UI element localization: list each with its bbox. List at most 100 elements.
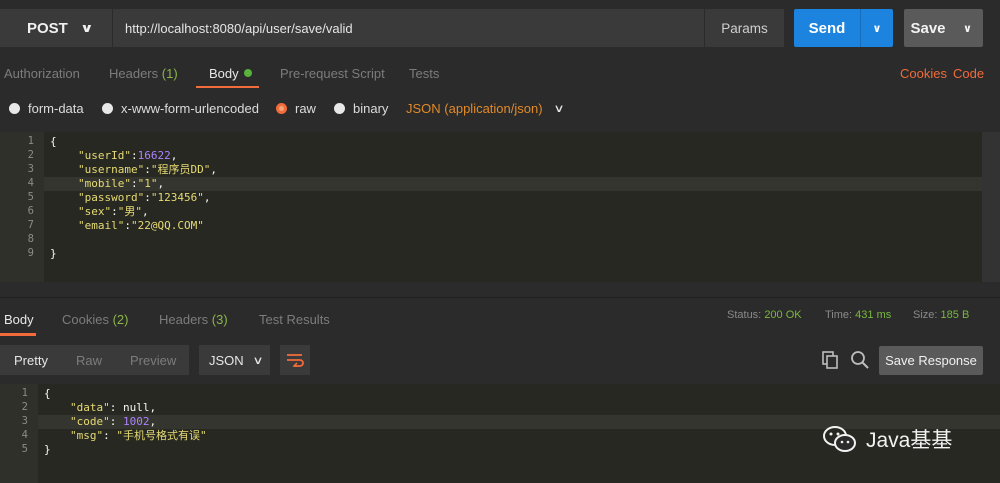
- size-value: 185 B: [940, 309, 970, 321]
- radio-off-icon: [334, 103, 345, 114]
- content-type-label: JSON (application/json): [406, 101, 543, 116]
- radio-urlencoded-label: x-www-form-urlencoded: [121, 101, 259, 116]
- params-label: Params: [721, 20, 768, 36]
- line-number: 5: [27, 191, 34, 203]
- json-key: "username": [78, 163, 145, 176]
- wrap-lines-button[interactable]: [280, 345, 310, 375]
- radio-binary[interactable]: binary: [334, 101, 388, 116]
- code-line: "code": 1002,: [70, 415, 157, 428]
- response-format-select[interactable]: JSON ∨: [199, 345, 270, 375]
- response-tab-test-results[interactable]: Test Results: [259, 312, 330, 327]
- code-token: {: [50, 135, 57, 148]
- code-line: "data": null,: [70, 401, 157, 414]
- code-line: }: [50, 247, 57, 261]
- save-dropdown-chevron-icon[interactable]: ∨: [952, 22, 983, 35]
- wechat-icon: [823, 426, 856, 452]
- send-dropdown-chevron-icon[interactable]: ∨: [860, 9, 893, 47]
- search-icon[interactable]: [850, 350, 870, 370]
- view-raw-button[interactable]: Raw: [62, 353, 116, 368]
- save-response-button[interactable]: Save Response: [879, 346, 983, 375]
- request-body-editor[interactable]: 1 2 3 4 5 6 7 8 9 { "userId":16622, "use…: [0, 132, 982, 282]
- chevron-down-icon: ∨: [79, 21, 94, 35]
- send-button[interactable]: Send ∨: [794, 9, 893, 47]
- json-key: "data": [70, 401, 110, 414]
- json-value: "1": [137, 177, 158, 190]
- code-line: {: [50, 135, 57, 149]
- line-number: 6: [27, 205, 34, 217]
- radio-off-icon: [102, 103, 113, 114]
- line-number: 1: [21, 387, 28, 399]
- radio-form-data[interactable]: form-data: [9, 101, 84, 116]
- copy-icon[interactable]: [820, 350, 840, 370]
- radio-raw[interactable]: raw: [276, 101, 316, 116]
- response-tab-body[interactable]: Body: [4, 312, 34, 327]
- chevron-down-icon: ∨: [552, 103, 565, 115]
- tab-body-label: Body: [209, 66, 239, 81]
- tab-tests[interactable]: Tests: [409, 66, 439, 81]
- request-tabs: Authorization Headers (1) Body Pre-reque…: [0, 57, 1000, 89]
- code-line: "password":"123456",: [78, 191, 211, 204]
- line-number: 3: [21, 415, 28, 427]
- body-type-selector: form-data x-www-form-urlencoded raw bina…: [0, 93, 1000, 123]
- radio-urlencoded[interactable]: x-www-form-urlencoded: [102, 101, 259, 116]
- line-number: 4: [27, 177, 34, 189]
- line-number: 2: [21, 401, 28, 413]
- status-value: 200 OK: [764, 309, 802, 321]
- code-line: "username":"程序员DD",: [78, 163, 217, 176]
- response-format-label: JSON: [209, 352, 244, 368]
- wrap-lines-icon: [287, 354, 304, 367]
- json-key: "sex": [78, 205, 112, 218]
- url-input[interactable]: http://localhost:8080/api/user/save/vali…: [113, 9, 704, 47]
- method-label: POST: [27, 19, 68, 37]
- code-line: }: [44, 443, 51, 457]
- time-label: Time:: [825, 309, 853, 321]
- code-line: "sex":"男",: [78, 205, 149, 218]
- size-readout: Size: 185 B: [913, 309, 969, 321]
- line-number: 4: [21, 429, 28, 441]
- save-label: Save: [910, 19, 946, 37]
- json-key: "email": [78, 219, 125, 232]
- code-token: {: [44, 387, 51, 400]
- json-key: "mobile": [78, 177, 131, 190]
- response-tab-headers[interactable]: Headers (3): [159, 312, 228, 327]
- line-number: 8: [27, 233, 34, 245]
- json-key: "msg": [70, 429, 104, 442]
- method-select[interactable]: POST ∨: [0, 9, 112, 47]
- code-link[interactable]: Code: [953, 66, 984, 81]
- json-value: null: [123, 401, 150, 414]
- active-tab-indicator: [196, 86, 259, 88]
- size-label: Size:: [913, 309, 938, 321]
- tab-headers[interactable]: Headers (1): [109, 66, 178, 81]
- chevron-down-icon: ∨: [252, 354, 264, 367]
- status-readout: Status: 200 OK: [727, 309, 802, 321]
- cookies-link[interactable]: Cookies: [900, 66, 947, 81]
- save-button[interactable]: Save ∨: [904, 9, 983, 47]
- content-type-select[interactable]: JSON (application/json) ∨: [406, 101, 565, 116]
- tab-pre-request-script[interactable]: Pre-request Script: [280, 66, 385, 81]
- view-pretty-button[interactable]: Pretty: [0, 353, 62, 368]
- json-key: "code": [70, 415, 110, 428]
- json-value: "男": [117, 205, 142, 218]
- radio-off-icon: [9, 103, 20, 114]
- response-tabs: Body Cookies (2) Headers (3) Test Result…: [0, 297, 1000, 337]
- code-line: "msg": "手机号格式有误": [70, 429, 207, 442]
- params-button[interactable]: Params: [704, 9, 784, 47]
- line-number: 1: [27, 135, 34, 147]
- tab-headers-count: (1): [161, 66, 178, 81]
- line-number: 7: [27, 219, 34, 231]
- line-number: 2: [27, 149, 34, 161]
- code-line: "mobile":"1",: [78, 177, 165, 190]
- response-tab-cookies-count: (2): [112, 312, 129, 327]
- response-tab-cookies[interactable]: Cookies (2): [62, 312, 128, 327]
- json-value: "22@QQ.COM": [130, 219, 204, 232]
- response-tab-headers-count: (3): [211, 312, 228, 327]
- view-preview-button[interactable]: Preview: [116, 353, 190, 368]
- radio-on-icon: [276, 103, 287, 114]
- tab-body[interactable]: Body: [209, 66, 252, 81]
- editor-scrollbar[interactable]: [982, 132, 1000, 282]
- response-tab-cookies-label: Cookies: [62, 312, 109, 327]
- code-line: "email":"22@QQ.COM": [78, 219, 204, 232]
- url-text: http://localhost:8080/api/user/save/vali…: [125, 20, 353, 36]
- tab-headers-label: Headers: [109, 66, 159, 81]
- tab-authorization[interactable]: Authorization: [4, 66, 80, 81]
